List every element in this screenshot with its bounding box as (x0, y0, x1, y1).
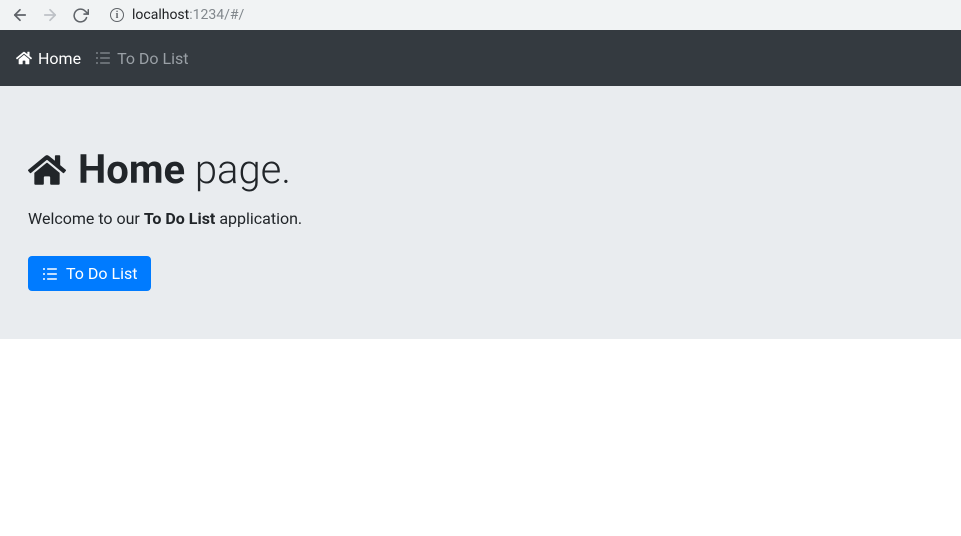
browser-toolbar: i localhost:1234/#/ (0, 0, 961, 30)
page-title-bold: Home (78, 146, 185, 193)
welcome-text: Welcome to our To Do List application. (28, 209, 933, 228)
nav-home-link[interactable]: Home (16, 49, 81, 68)
address-bar[interactable]: i localhost:1234/#/ (102, 3, 953, 27)
todo-button-label: To Do List (66, 264, 137, 283)
page-title: Home page. (28, 146, 933, 193)
page-title-text: Home page. (78, 146, 291, 193)
arrow-right-icon (41, 6, 59, 24)
reload-button[interactable] (68, 3, 92, 27)
url-text: localhost:1234/#/ (132, 7, 244, 23)
info-icon: i (110, 8, 124, 22)
reload-icon (72, 7, 89, 24)
arrow-left-icon (11, 6, 29, 24)
url-host: localhost (132, 7, 189, 23)
welcome-pre: Welcome to our (28, 209, 144, 228)
home-icon (16, 50, 32, 66)
welcome-post: application. (215, 209, 302, 228)
list-icon (42, 266, 58, 282)
url-path: :1234/#/ (189, 7, 244, 23)
nav-todo-link[interactable]: To Do List (95, 49, 188, 68)
back-button[interactable] (8, 3, 32, 27)
list-icon (95, 50, 111, 66)
navbar: Home To Do List (0, 30, 961, 86)
forward-button[interactable] (38, 3, 62, 27)
page-title-rest: page. (185, 146, 291, 193)
home-icon (28, 151, 66, 189)
welcome-bold: To Do List (144, 209, 216, 228)
nav-todo-label: To Do List (117, 49, 188, 68)
content-area: Home page. Welcome to our To Do List app… (0, 86, 961, 339)
nav-home-label: Home (38, 49, 81, 68)
todo-list-button[interactable]: To Do List (28, 256, 151, 291)
